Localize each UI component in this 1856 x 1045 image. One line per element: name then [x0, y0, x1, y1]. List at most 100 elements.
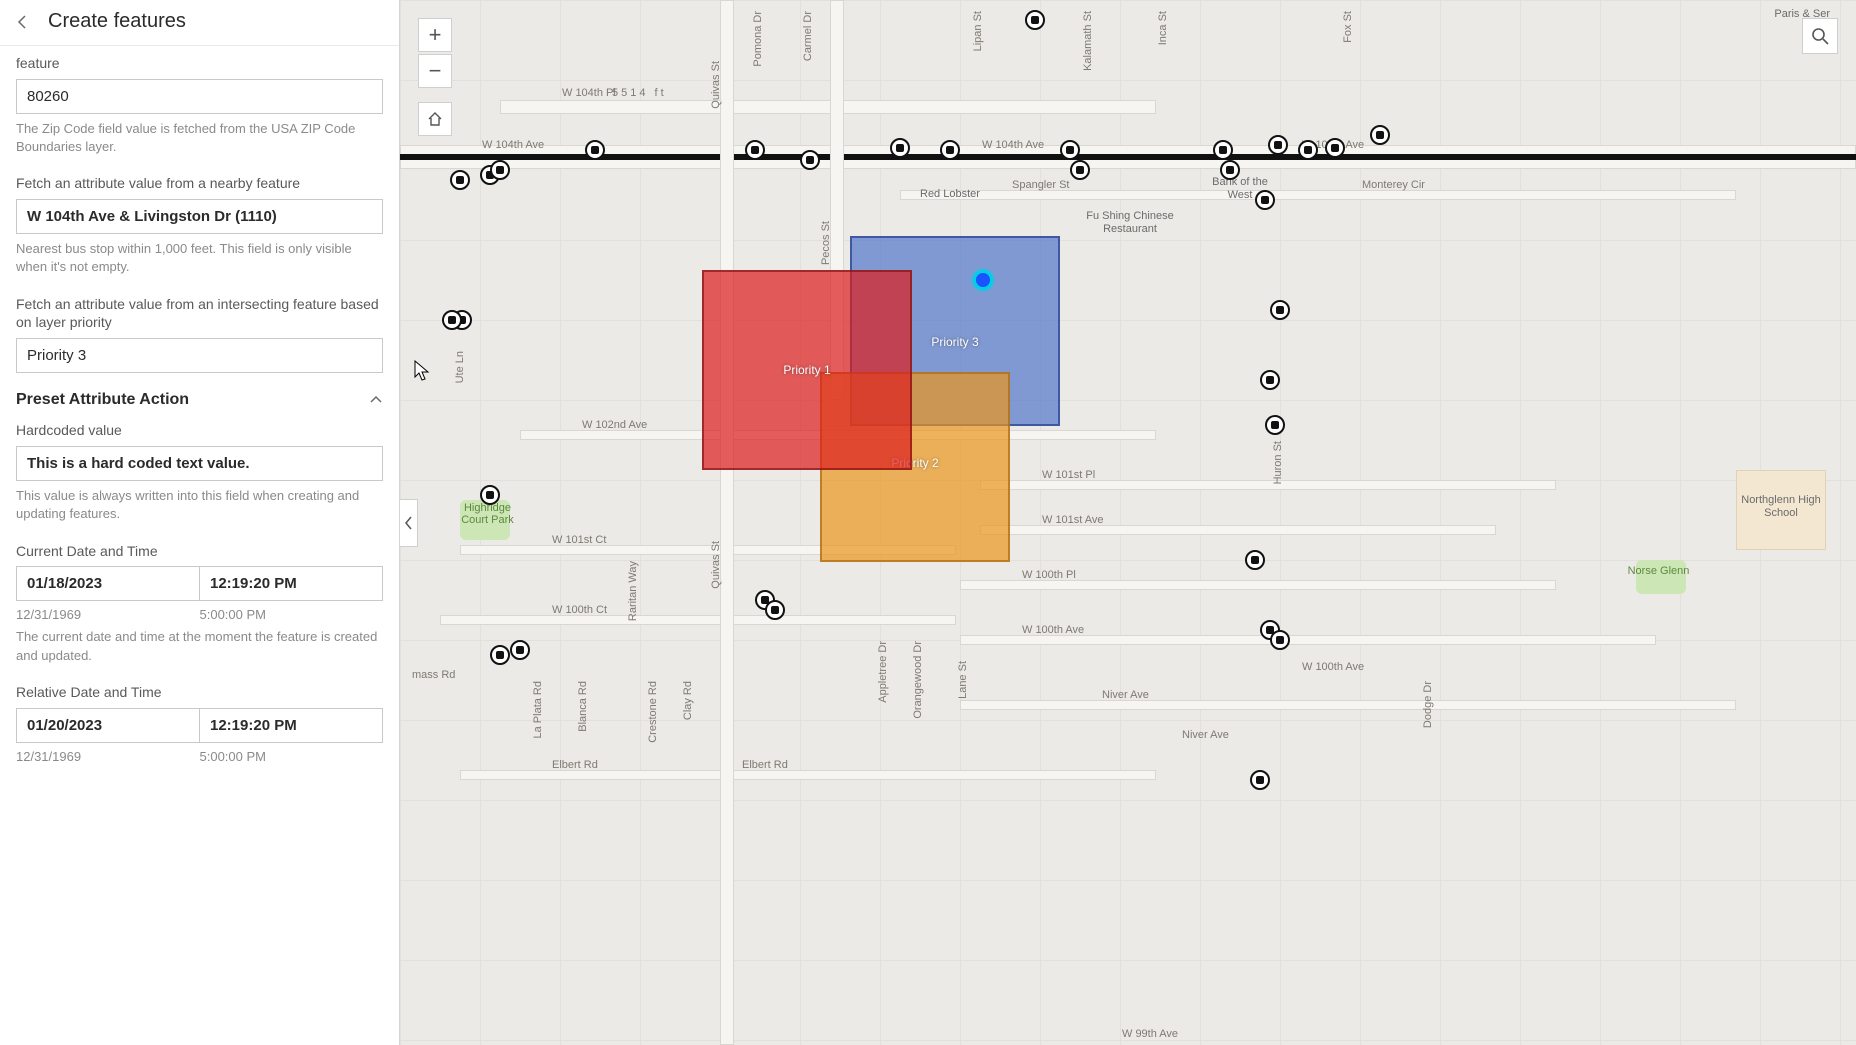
current-time-input[interactable] [199, 566, 383, 601]
relative-dt-group: Relative Date and Time 12/31/1969 5:00:0… [16, 683, 383, 764]
bus-stop-marker[interactable] [1270, 300, 1290, 320]
bus-stop-marker[interactable] [1268, 135, 1288, 155]
zip-field-group: feature The Zip Code field value is fetc… [16, 54, 383, 156]
priority-input[interactable] [16, 338, 383, 373]
preset-section-header[interactable]: Preset Attribute Action [16, 391, 383, 409]
road-label-quivas-b: Quivas St [708, 540, 724, 590]
home-button[interactable] [418, 102, 452, 136]
panel-collapse-button[interactable] [400, 499, 418, 547]
bus-stop-marker[interactable] [1220, 160, 1240, 180]
polygon-label-p1: Priority 1 [783, 363, 830, 377]
polygon-label-p3: Priority 3 [931, 335, 978, 349]
relative-time-input[interactable] [199, 708, 383, 743]
priority-field-label: Fetch an attribute value from an interse… [16, 295, 383, 333]
road-label-niver-ave: Niver Ave [1100, 688, 1151, 702]
park-label-norse: Norse Glenn [1621, 565, 1696, 577]
road-label-ute: Ute Ln [452, 350, 468, 384]
panel-body[interactable]: feature The Zip Code field value is fetc… [0, 46, 399, 1045]
nearby-input[interactable] [16, 199, 383, 234]
bus-stop-marker[interactable] [1060, 140, 1080, 160]
priority-field-group: Fetch an attribute value from an interse… [16, 295, 383, 374]
bus-stop-marker[interactable] [585, 140, 605, 160]
current-dt-hint: The current date and time at the moment … [16, 628, 383, 664]
road-label-kalamath: Kalamath St [1080, 10, 1096, 72]
road-label-blanca: Blanca Rd [575, 680, 591, 733]
road-label-pecos: Pecos St [818, 220, 834, 266]
map-canvas[interactable]: W 104th Ave W 104th Ave W 104th Ave W 10… [400, 0, 1856, 1045]
bus-stop-marker[interactable] [1298, 140, 1318, 160]
bus-stop-marker[interactable] [1245, 550, 1265, 570]
relative-prev-time: 5:00:00 PM [200, 749, 384, 764]
nearby-field-group: Fetch an attribute value from a nearby f… [16, 174, 383, 276]
bus-stop-marker[interactable] [745, 140, 765, 160]
bus-stop-marker[interactable] [1260, 370, 1280, 390]
zip-input[interactable] [16, 79, 383, 114]
zip-field-label: feature [16, 54, 383, 73]
bus-stop-marker[interactable] [490, 645, 510, 665]
current-prev-time: 5:00:00 PM [200, 607, 384, 622]
road-label-laplata: La Plata Rd [530, 680, 546, 739]
chevron-left-icon [404, 516, 414, 530]
road-label-w102nd: W 102nd Ave [580, 418, 649, 432]
road-label-orangewood: Orangewood Dr [910, 640, 926, 720]
road-label-dodge: Dodge Dr [1420, 680, 1436, 729]
hardcoded-input[interactable] [16, 446, 383, 481]
bus-stop-marker[interactable] [442, 310, 462, 330]
bus-stop-marker[interactable] [1213, 140, 1233, 160]
current-location-dot [973, 270, 993, 290]
road-label-w104th-ave-l: W 104th Ave [480, 138, 546, 152]
polygon-priority-1[interactable]: Priority 1 [702, 270, 912, 470]
current-prev-date: 12/31/1969 [16, 607, 200, 622]
road-quivas [720, 0, 734, 1045]
relative-dt-label: Relative Date and Time [16, 683, 383, 702]
bus-stop-marker[interactable] [1325, 138, 1345, 158]
road-label-w100th-ave: W 100th Ave [1020, 623, 1086, 637]
hardcoded-label: Hardcoded value [16, 421, 383, 440]
current-date-input[interactable] [16, 566, 199, 601]
road-label-spangler-st: Spangler St [1010, 178, 1071, 192]
road-label-niver-ave-2: Niver Ave [1180, 728, 1231, 742]
road-label-w101st-pl: W 101st Pl [1040, 468, 1097, 482]
zoom-in-button[interactable]: + [418, 18, 452, 52]
nearby-field-label: Fetch an attribute value from a nearby f… [16, 174, 383, 193]
zip-field-hint: The Zip Code field value is fetched from… [16, 120, 383, 156]
chevron-up-icon [369, 393, 383, 407]
bus-stop-marker[interactable] [450, 170, 470, 190]
road-niver-ave [960, 700, 1736, 710]
bus-stop-marker[interactable] [1250, 770, 1270, 790]
road-label-elbert-2: Elbert Rd [740, 758, 790, 772]
road-label-quivas-t: Quivas St [708, 60, 724, 110]
scale-bar-label: 5514 ft [610, 86, 669, 100]
panel-title: Create features [48, 10, 186, 33]
chevron-left-icon [16, 15, 30, 29]
bus-stop-marker[interactable] [510, 640, 530, 660]
bus-stop-marker[interactable] [1070, 160, 1090, 180]
road-label-w100th-ct: W 100th Ct [550, 603, 609, 617]
bus-stop-marker[interactable] [1025, 10, 1045, 30]
current-dt-group: Current Date and Time 12/31/1969 5:00:00… [16, 542, 383, 665]
road-label-lipan: Lipan St [970, 10, 986, 52]
road-w100th-ct [440, 615, 956, 625]
panel-header: Create features [0, 0, 399, 46]
plus-icon: + [429, 22, 442, 48]
road-label-w99th: W 99th Ave [1120, 1027, 1180, 1041]
road-label-raritan: Raritan Way [625, 560, 641, 622]
poi-red-lobster: Red Lobster [920, 188, 980, 201]
bus-stop-marker[interactable] [800, 150, 820, 170]
minus-icon: − [429, 58, 442, 84]
back-button[interactable] [12, 11, 34, 33]
road-label-w101st-ct: W 101st Ct [550, 533, 608, 547]
bus-stop-marker[interactable] [1270, 630, 1290, 650]
road-label-crestone: Crestone Rd [645, 680, 661, 744]
bus-stop-marker[interactable] [480, 485, 500, 505]
bus-stop-marker[interactable] [890, 138, 910, 158]
bus-stop-marker[interactable] [490, 160, 510, 180]
bus-stop-marker[interactable] [1265, 415, 1285, 435]
bus-stop-marker[interactable] [940, 140, 960, 160]
zoom-out-button[interactable]: − [418, 54, 452, 88]
bus-stop-marker[interactable] [765, 600, 785, 620]
relative-date-input[interactable] [16, 708, 199, 743]
map-search-button[interactable] [1802, 18, 1838, 54]
bus-stop-marker[interactable] [1370, 125, 1390, 145]
bus-stop-marker[interactable] [1255, 190, 1275, 210]
